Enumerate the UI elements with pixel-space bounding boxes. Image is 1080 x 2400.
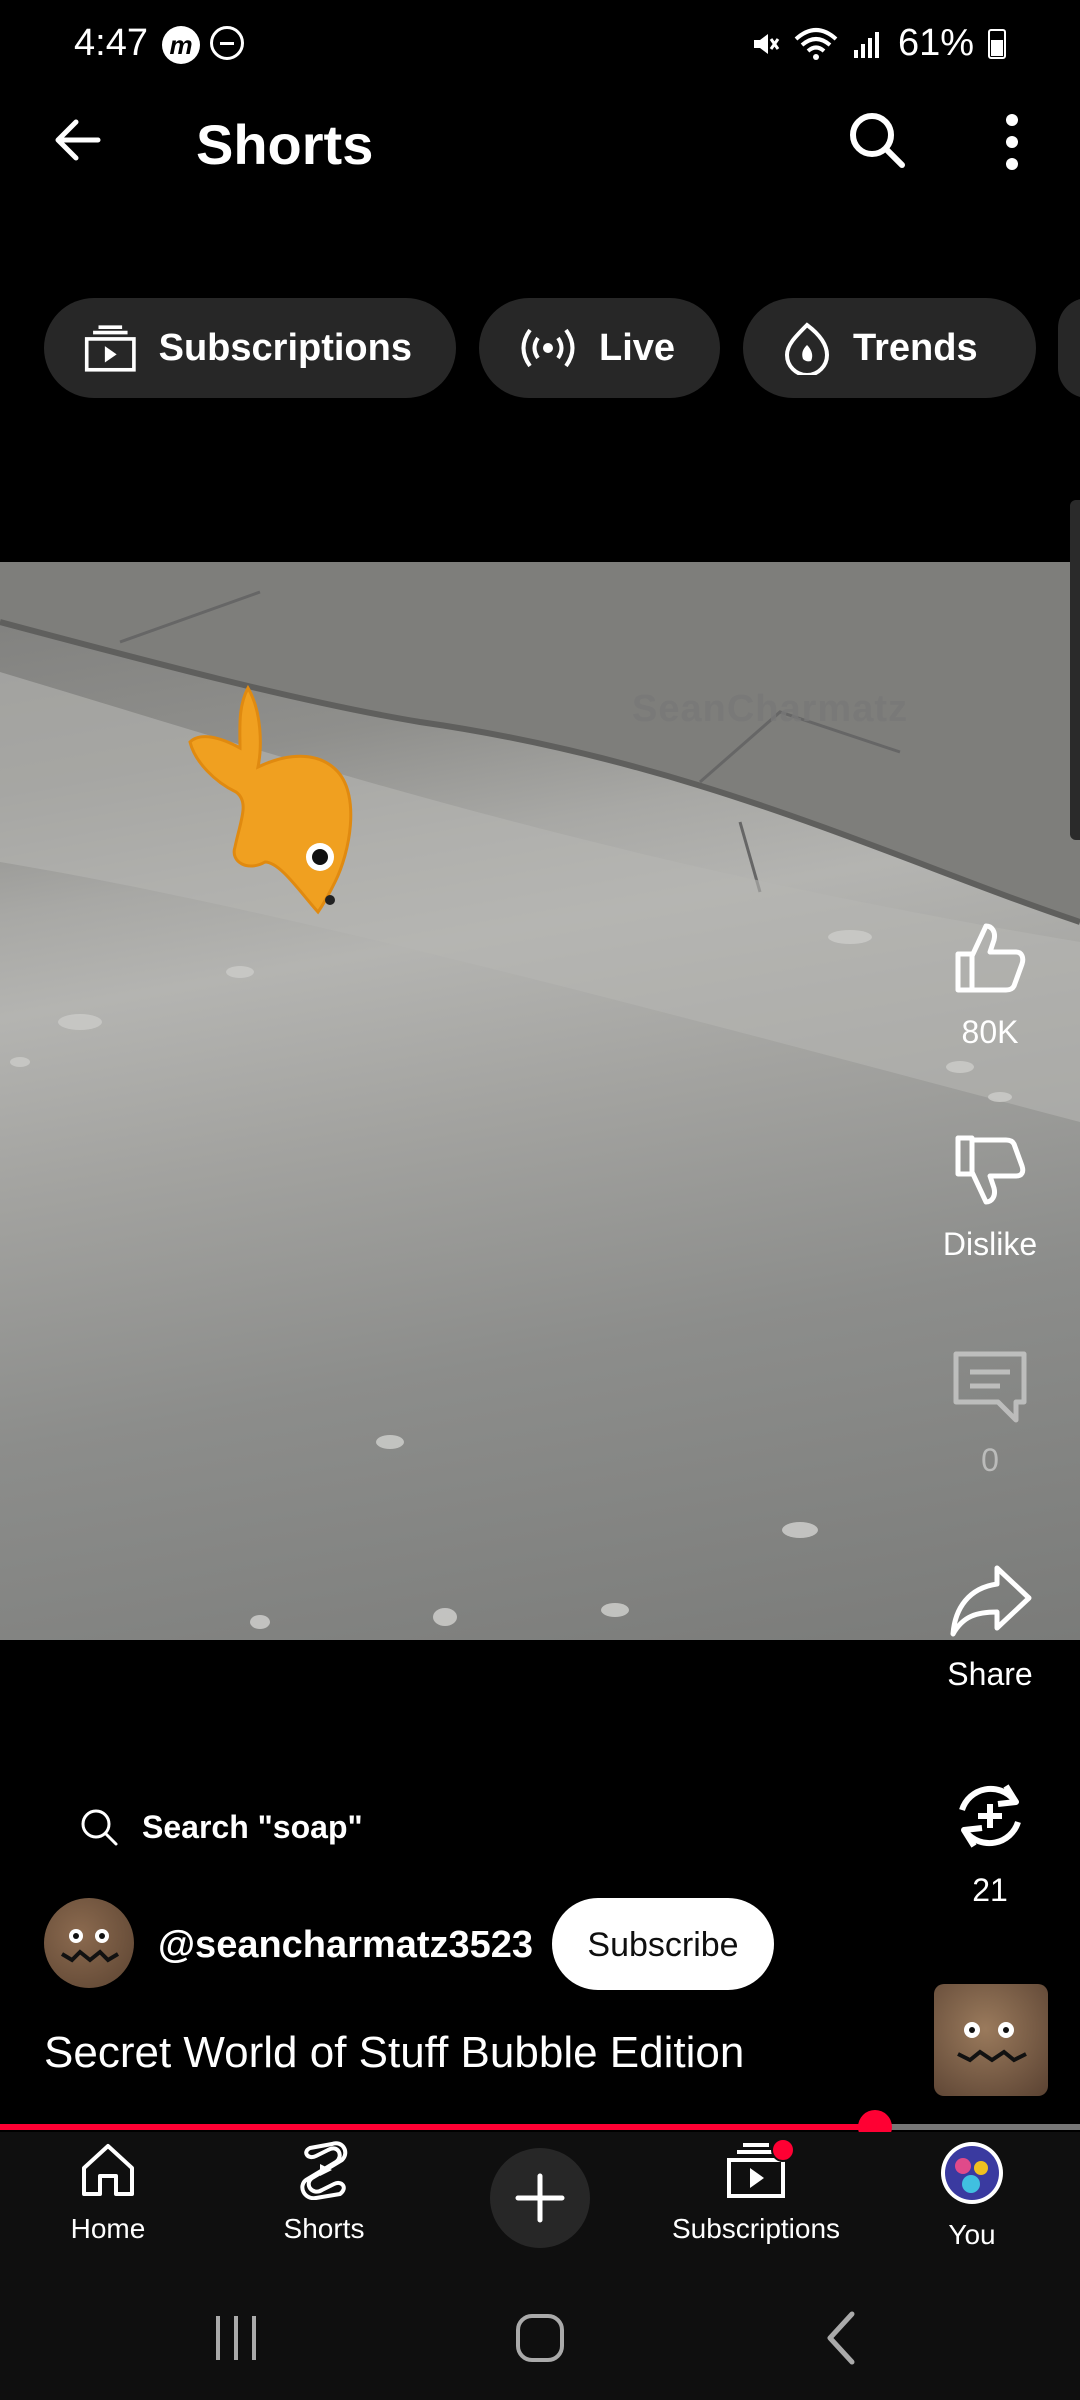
thumbs-up-icon <box>955 923 1026 993</box>
battery-icon <box>988 28 1006 59</box>
comment-icon <box>953 1351 1027 1423</box>
create-icon <box>515 2173 565 2223</box>
more-vert-icon[interactable] <box>990 110 1034 174</box>
remix-button[interactable]: 21 <box>930 1776 1050 1909</box>
trends-icon <box>784 322 830 375</box>
dislike-label: Dislike <box>942 1226 1038 1262</box>
mute-icon <box>753 33 780 54</box>
channel-handle[interactable]: @seancharmatz3523 <box>158 1924 533 1967</box>
avatar-face <box>60 1929 120 1963</box>
chip-label: Trends <box>853 326 978 369</box>
video-watermark: SeanCharmatz <box>632 688 908 730</box>
m-app-icon: m <box>162 26 200 64</box>
search-icon <box>81 1809 118 1846</box>
nav-you[interactable]: You <box>882 2140 1062 2251</box>
short-title[interactable]: Secret World of Stuff Bubble Edition <box>44 2028 744 2078</box>
nav-home[interactable]: Home <box>18 2140 198 2245</box>
create-button[interactable] <box>490 2148 590 2248</box>
progress-fill <box>0 2124 875 2130</box>
like-button[interactable]: 80K <box>930 918 1050 1051</box>
dnd-icon <box>210 26 244 60</box>
recent-apps-icon[interactable] <box>206 2310 266 2366</box>
home-system-icon[interactable] <box>508 2306 572 2370</box>
chip-label: Live <box>599 326 676 369</box>
search-suggestion[interactable]: Search "soap" <box>78 1806 363 1848</box>
comment-count: 0 <box>981 1442 999 1478</box>
nav-label: Subscriptions <box>671 2213 841 2244</box>
nav-label: Home <box>70 2213 146 2244</box>
subscriptions-icon <box>84 325 136 372</box>
nav-subscriptions[interactable]: Subscriptions <box>666 2138 846 2245</box>
video-player[interactable] <box>0 562 1080 1640</box>
nav-shorts[interactable]: Shorts <box>234 2140 414 2245</box>
thumbs-down-icon <box>955 1135 1026 1205</box>
sound-thumbnail[interactable] <box>934 1984 1048 2096</box>
remix-icon <box>959 1784 1021 1848</box>
page-title: Shorts <box>196 113 374 176</box>
chip-more[interactable] <box>1058 298 1080 398</box>
new-content-badge <box>771 2138 795 2162</box>
status-time: 4:47 <box>74 22 148 64</box>
live-icon <box>521 328 575 368</box>
chip-live[interactable]: Live <box>479 298 720 398</box>
home-icon <box>82 2144 134 2196</box>
battery-percent: 61% <box>897 22 974 64</box>
status-right: 61% <box>748 22 1006 65</box>
share-button[interactable]: Share <box>930 1560 1050 1693</box>
search-suggestion-text: Search "soap" <box>142 1808 363 1845</box>
chip-trends[interactable]: Trends <box>743 298 1036 398</box>
comments-button[interactable]: 0 <box>930 1346 1050 1479</box>
shorts-icon <box>300 2141 348 2201</box>
scroll-edge <box>1070 500 1080 840</box>
back-icon[interactable] <box>48 110 108 170</box>
share-label: Share <box>947 1656 1033 1692</box>
subscribe-button[interactable]: Subscribe <box>552 1898 774 1990</box>
nav-label: Shorts <box>283 2213 365 2244</box>
remix-count: 21 <box>972 1872 1008 1908</box>
wifi-icon <box>794 27 838 60</box>
signal-icon <box>853 31 879 58</box>
like-count: 80K <box>961 1014 1019 1050</box>
back-system-icon[interactable] <box>816 2306 866 2370</box>
share-icon <box>950 1565 1032 1637</box>
chip-subscriptions[interactable]: Subscriptions <box>44 298 456 398</box>
thumbnail-face <box>957 2022 1027 2063</box>
video-frame <box>0 562 1080 1629</box>
nav-label: You <box>948 2219 996 2250</box>
you-avatar <box>941 2142 1003 2204</box>
chip-label: Subscriptions <box>158 326 412 369</box>
channel-avatar[interactable] <box>44 1898 134 1988</box>
search-icon[interactable] <box>845 108 909 172</box>
dislike-button[interactable]: Dislike <box>930 1130 1050 1263</box>
